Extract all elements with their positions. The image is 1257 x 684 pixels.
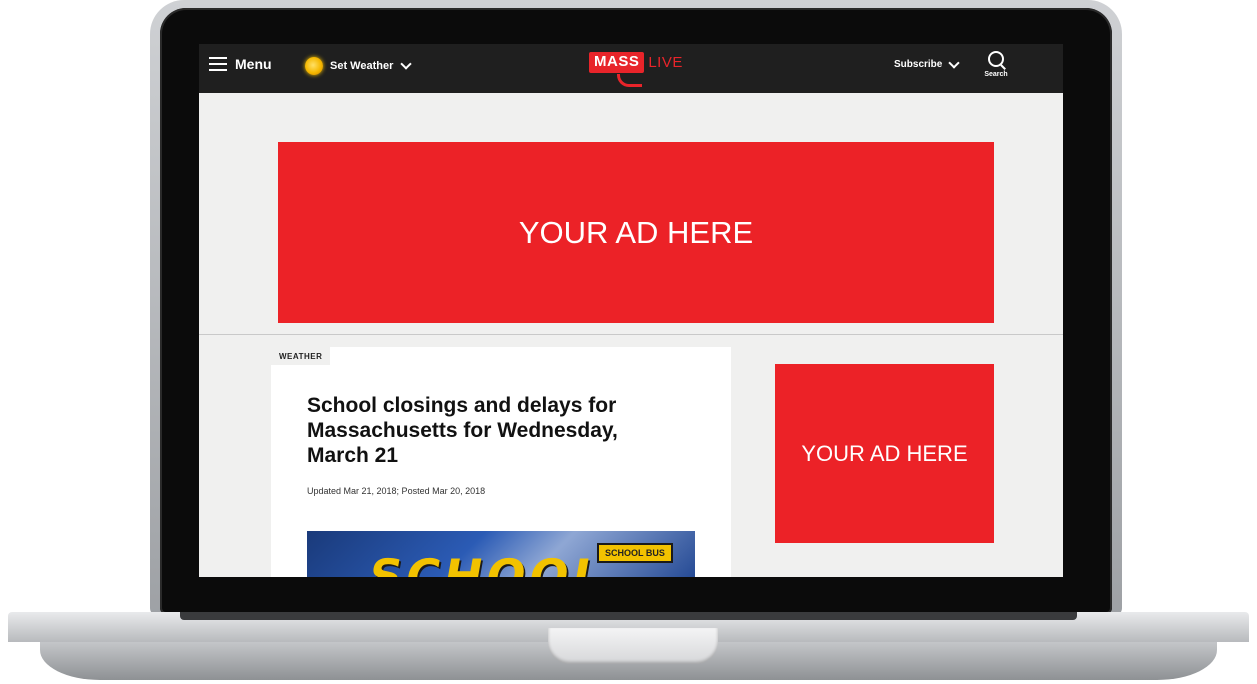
category-tag[interactable]: WEATHER xyxy=(271,347,331,365)
search-button[interactable]: Search xyxy=(983,51,1009,78)
masslive-logo[interactable]: MASS LIVE xyxy=(589,52,683,87)
banner-ad[interactable]: YOUR AD HERE xyxy=(278,142,994,323)
chevron-down-icon xyxy=(400,58,413,70)
laptop-base xyxy=(0,612,1257,684)
set-weather-button[interactable]: Set Weather xyxy=(305,57,413,75)
site-header: Menu Set Weather MASS LIVE Subscribe Sea… xyxy=(199,44,1063,93)
hero-image-word: SCHOOL xyxy=(364,549,611,577)
chevron-down-icon xyxy=(948,56,961,69)
laptop-hinge xyxy=(180,612,1077,620)
browser-viewport: Menu Set Weather MASS LIVE Subscribe Sea… xyxy=(199,44,1063,577)
hamburger-icon xyxy=(209,57,227,71)
article-dates: Updated Mar 21, 2018; Posted Mar 20, 201… xyxy=(307,486,486,496)
laptop-open-notch xyxy=(548,628,718,664)
search-label: Search xyxy=(984,71,1008,78)
logo-mass-text: MASS xyxy=(589,52,645,87)
article-headline[interactable]: School closings and delays for Massachus… xyxy=(307,393,667,468)
section-divider xyxy=(199,334,1063,335)
article-hero-image[interactable]: SCHOOL SCHOOL BUS xyxy=(307,531,695,577)
article-card: WEATHER School closings and delays for M… xyxy=(271,347,731,577)
logo-live-text: LIVE xyxy=(648,54,683,71)
menu-button[interactable]: Menu xyxy=(209,56,272,72)
hero-image-bus-sign: SCHOOL BUS xyxy=(597,543,673,563)
sun-icon xyxy=(305,57,323,75)
search-icon xyxy=(988,51,1004,67)
subscribe-button[interactable]: Subscribe xyxy=(894,56,961,70)
sidebar-ad[interactable]: YOUR AD HERE xyxy=(775,364,994,543)
menu-label: Menu xyxy=(235,56,272,72)
subscribe-label: Subscribe xyxy=(894,59,943,70)
set-weather-label: Set Weather xyxy=(330,60,394,72)
